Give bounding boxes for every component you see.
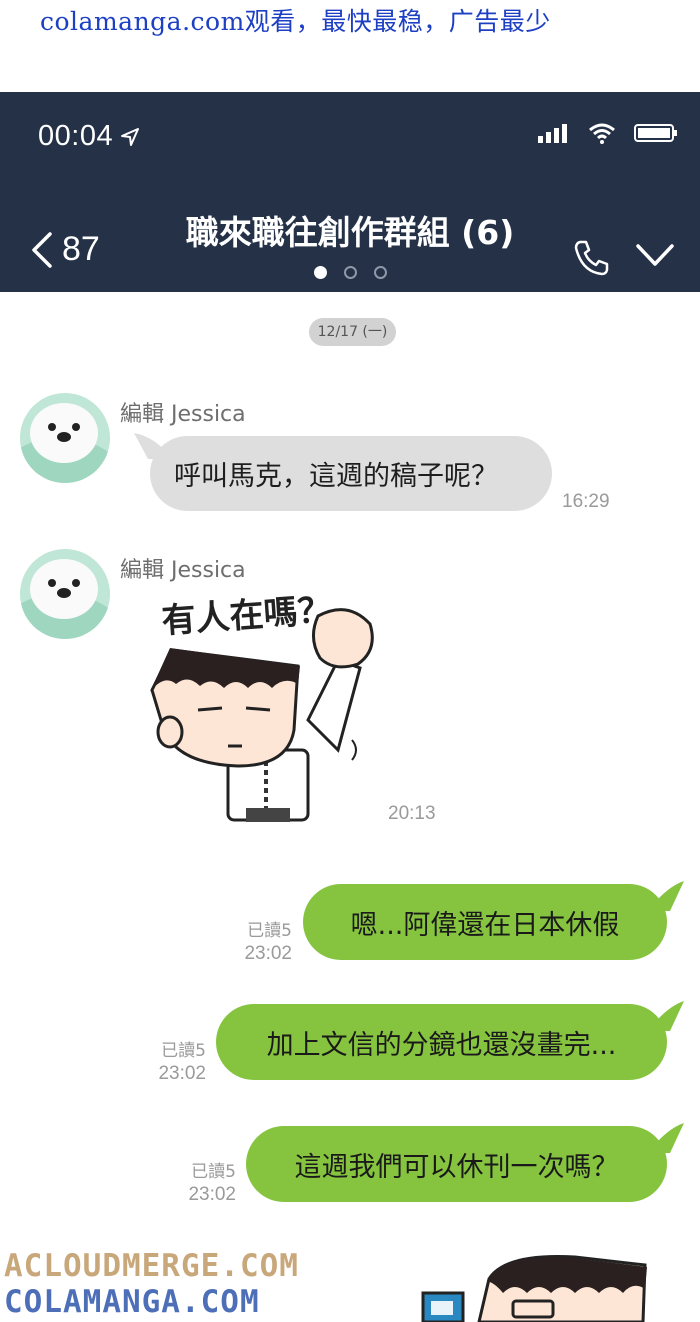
avatar[interactable]: [20, 549, 110, 639]
sender-name: 編輯 Jessica: [120, 402, 246, 427]
battery-icon: [634, 124, 677, 142]
message-time: 20:13: [388, 803, 436, 824]
watermark-line: ACLOUDMERGE.COM: [4, 1248, 299, 1284]
message-bubble-incoming[interactable]: 呼叫馬克，這週的稿子呢？: [150, 436, 552, 511]
read-status-text: 已讀5: [247, 921, 292, 941]
message-bubble-outgoing[interactable]: 這週我們可以休刊一次嗎？: [246, 1126, 667, 1202]
message-time: 23:02: [188, 1184, 236, 1205]
expand-menu-button[interactable]: [634, 240, 676, 274]
chevron-left-icon: [32, 231, 52, 268]
read-status-text: 已讀5: [161, 1041, 206, 1061]
clock-text: 00:04: [38, 120, 114, 152]
read-receipt: 已讀5 23:02: [232, 916, 292, 965]
location-arrow-icon: [121, 128, 140, 147]
read-status-text: 已讀5: [191, 1162, 236, 1182]
status-bar-time: 00:04: [38, 120, 141, 153]
chat-title[interactable]: 職來職往創作群組 (6): [150, 206, 550, 254]
message-time: 16:29: [562, 491, 610, 512]
message-bubble-outgoing[interactable]: 加上文信的分鏡也還沒畫完...: [216, 1004, 667, 1080]
site-watermark-bottom: ACLOUDMERGE.COM COLAMANGA.COM: [4, 1248, 299, 1320]
chat-header: 00:04 87 職來職往創作群組 (6): [0, 92, 700, 292]
cell-signal-icon: [538, 124, 567, 143]
seal-avatar-icon: [20, 549, 110, 639]
page-dot[interactable]: [314, 266, 327, 279]
message-time: 23:02: [244, 943, 292, 964]
message-time: 23:02: [158, 1063, 206, 1084]
sticker-image[interactable]: 有人在嗎？: [148, 580, 380, 830]
sticker-caption: 有人在嗎？: [160, 590, 332, 642]
page-dot[interactable]: [344, 266, 357, 279]
avatar[interactable]: [20, 393, 110, 483]
chevron-down-icon: [636, 244, 674, 266]
date-separator: 12/17 (一): [309, 318, 396, 346]
page-dot[interactable]: [374, 266, 387, 279]
watermark-line: COLAMANGA.COM: [4, 1284, 260, 1320]
back-button[interactable]: 87: [30, 230, 100, 269]
read-receipt: 已讀5 23:02: [176, 1157, 236, 1206]
unread-count: 87: [62, 230, 100, 268]
message-bubble-outgoing[interactable]: 嗯...阿偉還在日本休假: [303, 884, 667, 960]
page-indicator: [314, 266, 387, 279]
comic-character-illustration: [421, 1255, 647, 1322]
status-icons: [538, 122, 678, 144]
seal-avatar-icon: [20, 393, 110, 483]
read-receipt: 已讀5 23:02: [146, 1036, 206, 1085]
wifi-icon: [589, 123, 615, 144]
call-button[interactable]: [572, 238, 612, 282]
site-watermark: colamanga.com观看，最快最稳，广告最少: [40, 7, 551, 36]
phone-icon: [574, 240, 609, 276]
